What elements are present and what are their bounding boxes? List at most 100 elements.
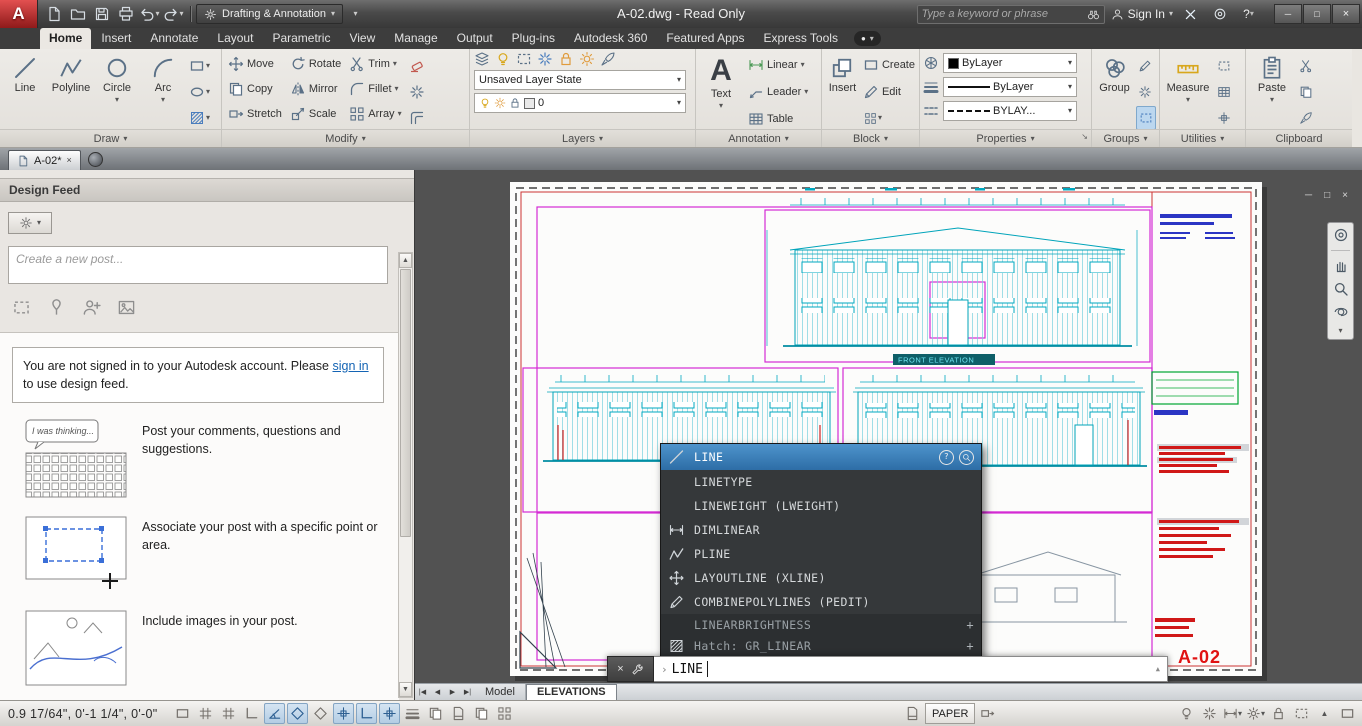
suggestion-line[interactable]: LINE (661, 444, 981, 470)
command-customize-wrench-icon[interactable] (631, 663, 644, 676)
orbit-icon[interactable] (1333, 304, 1349, 320)
paper-space-button[interactable]: PAPER (925, 703, 975, 724)
suggestion-lineweight[interactable]: LINEWEIGHT (LWEIGHT) (661, 494, 981, 518)
minimize-window-button[interactable] (1274, 4, 1302, 24)
object-snap-button[interactable] (287, 703, 308, 724)
suggestion-pedit[interactable]: COMBINEPOLYLINES (PEDIT) (661, 590, 981, 614)
snap-mode-button[interactable] (195, 703, 216, 724)
layer-isolate-icon[interactable] (516, 51, 532, 67)
ungroup-button[interactable] (1136, 80, 1156, 104)
coordinates-readout[interactable]: 0.9 17/64", 0'-1 1/4", 0'-0" (8, 707, 158, 721)
application-menu-button[interactable] (0, 0, 38, 28)
undo-button[interactable] (138, 3, 161, 25)
measure-button[interactable]: Measure (1163, 51, 1213, 129)
erase-button[interactable] (407, 54, 427, 78)
cut-button[interactable] (1297, 54, 1315, 78)
command-close-icon[interactable] (617, 664, 623, 675)
object-color-dropdown[interactable]: ByLayer (943, 53, 1077, 73)
fillet-dropdown-icon[interactable] (395, 85, 399, 93)
properties-dialog-launcher-icon[interactable] (1081, 133, 1088, 141)
redo-button[interactable] (162, 3, 185, 25)
navigation-wheel-icon[interactable] (1333, 227, 1349, 243)
trim-dropdown-icon[interactable] (393, 60, 397, 68)
color-wheel-icon[interactable] (923, 55, 939, 71)
elevations-layout-tab[interactable]: ELEVATIONS (526, 684, 617, 701)
measure-dropdown-icon[interactable] (1186, 96, 1190, 104)
grid-display-button[interactable] (218, 703, 239, 724)
ortho-mode-button[interactable] (241, 703, 262, 724)
linear-dropdown-icon[interactable] (801, 61, 805, 69)
undo-dropdown-icon[interactable] (155, 10, 159, 18)
annotation-panel-label[interactable]: Annotation (696, 129, 821, 147)
layers-panel-label[interactable]: Layers (470, 129, 695, 147)
suggestion-linetype[interactable]: LINETYPE (661, 470, 981, 494)
utilities-panel-label[interactable]: Utilities (1160, 129, 1245, 147)
design-feed-header[interactable]: Design Feed (0, 178, 414, 202)
plot-button[interactable] (114, 3, 137, 25)
model-tab[interactable]: Model (475, 684, 526, 700)
scrollbar-thumb[interactable] (400, 269, 411, 537)
open-button[interactable] (66, 3, 89, 25)
expand-plus-icon[interactable] (966, 619, 974, 631)
block-panel-label[interactable]: Block (822, 129, 919, 147)
paste-dropdown-icon[interactable] (1270, 96, 1274, 104)
tab-express-tools[interactable]: Express Tools (754, 28, 846, 49)
next-layout-button[interactable] (445, 684, 460, 701)
file-tab-a02[interactable]: A-02* (8, 150, 81, 170)
line-button[interactable]: Line (3, 51, 47, 129)
ellipse-flyout-button[interactable] (187, 80, 212, 104)
edit-block-button[interactable]: Edit (862, 79, 916, 104)
tab-output[interactable]: Output (448, 28, 502, 49)
ellipse-dropdown-icon[interactable] (206, 88, 210, 96)
layer-unlock-icon[interactable] (509, 97, 521, 109)
text-dropdown-icon[interactable] (719, 102, 723, 110)
group-edit-button[interactable] (1136, 54, 1156, 78)
paste-button[interactable]: Paste (1249, 51, 1295, 129)
create-block-button[interactable]: Create (862, 52, 916, 77)
workspace-switching-dropdown-icon[interactable] (1261, 710, 1265, 718)
tab-autodesk-360[interactable]: Autodesk 360 (565, 28, 656, 49)
maximize-window-button[interactable] (1303, 4, 1331, 24)
post-pin-icon[interactable] (47, 298, 66, 317)
tab-parametric[interactable]: Parametric (263, 28, 339, 49)
pan-hand-icon[interactable] (1333, 258, 1349, 274)
first-layout-button[interactable] (415, 684, 430, 701)
infer-constraints-button[interactable] (172, 703, 193, 724)
ribbon-display-options-button[interactable] (854, 31, 881, 46)
file-tab-close-icon[interactable] (67, 156, 72, 165)
post-image-icon[interactable] (117, 298, 136, 317)
suggestion-xline[interactable]: LAYOUTLINE (XLINE) (661, 566, 981, 590)
annotation-autoscale-button[interactable] (1199, 703, 1220, 724)
lineweight-display-button[interactable] (402, 703, 423, 724)
scroll-up-button[interactable] (399, 253, 412, 268)
tab-home[interactable]: Home (40, 28, 91, 49)
block-attributes-flyout[interactable] (862, 106, 916, 130)
linetype-dropdown[interactable]: BYLAY... (943, 101, 1077, 121)
save-button[interactable] (90, 3, 113, 25)
expand-plus-icon[interactable] (966, 640, 974, 652)
copy-clip-button[interactable] (1297, 80, 1315, 104)
post-tag-person-icon[interactable] (82, 298, 101, 317)
match-properties-button[interactable] (1297, 106, 1315, 130)
quick-view-drawings-button[interactable] (471, 703, 492, 724)
move-button[interactable]: Move (225, 51, 285, 76)
tab-featured-apps[interactable]: Featured Apps (657, 28, 753, 49)
properties-panel-label[interactable]: Properties (920, 129, 1091, 147)
qat-customize-button[interactable] (344, 3, 367, 25)
leader-dropdown-icon[interactable] (804, 88, 808, 96)
polyline-button[interactable]: Polyline (49, 51, 93, 129)
fillet-button[interactable]: Fillet (346, 76, 404, 101)
design-feed-settings-button[interactable] (8, 212, 52, 234)
model-space-button[interactable] (448, 703, 469, 724)
paper-model-toggle-icon-button[interactable] (902, 703, 923, 724)
layer-bulb-icon[interactable] (479, 97, 491, 109)
arc-dropdown-icon[interactable] (161, 96, 165, 104)
exchange-apps-button[interactable] (1179, 3, 1202, 25)
leader-button[interactable]: Leader (745, 79, 811, 104)
status-tray-arrow-button[interactable] (1314, 703, 1335, 724)
tab-view[interactable]: View (340, 28, 384, 49)
palette-scrollbar[interactable] (398, 252, 413, 698)
stretch-button[interactable]: Stretch (225, 101, 285, 126)
drawing-close-button[interactable] (1342, 186, 1348, 201)
object-snap-3d-button[interactable] (310, 703, 331, 724)
